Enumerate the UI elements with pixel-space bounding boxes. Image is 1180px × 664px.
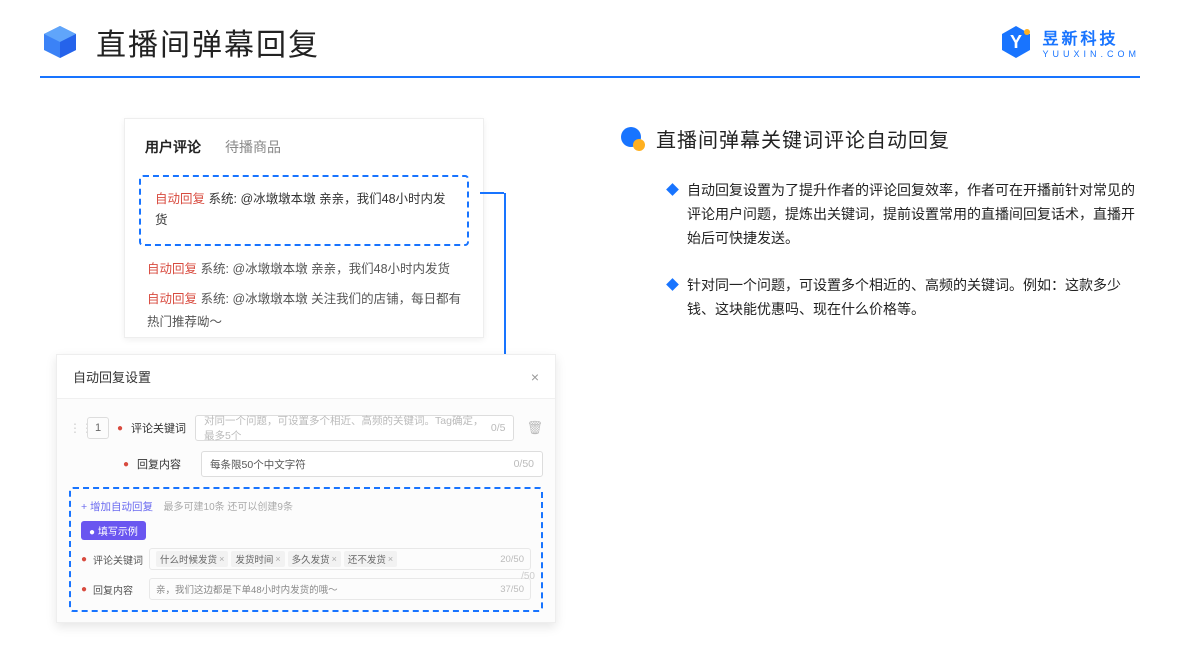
input-counter: 37/50 <box>500 584 524 595</box>
card-tabs: 用户评论 待播商品 <box>125 119 483 169</box>
reply-label: 回复内容 <box>137 456 193 472</box>
cube-icon <box>40 22 80 62</box>
reply-row: ● 回复内容 每条限50个中文字符 0/50 <box>123 451 543 477</box>
system-prefix: 系统: <box>209 192 237 206</box>
keyword-input[interactable]: 对同一个问题，可设置多个相近、高频的关键词。Tag确定，最多5个 0/5 <box>195 415 514 441</box>
highlighted-comment: 自动回复 系统: @冰墩墩本墩 亲亲，我们48小时内发货 <box>139 175 469 246</box>
auto-reply-tag: 自动回复 <box>147 292 197 306</box>
required-icon: ● <box>123 459 129 470</box>
example-reply-text: 亲，我们这边都是下单48小时内发货的哦～ <box>156 582 338 596</box>
keyword-row: ⋮⋮ 1 ● 评论关键词 对同一个问题，可设置多个相近、高频的关键词。Tag确定… <box>69 415 543 441</box>
required-icon: ● <box>117 423 123 434</box>
section-heading: 直播间弹幕关键词评论自动回复 <box>620 124 1140 153</box>
example-badge: ● 填写示例 <box>81 521 146 540</box>
keyword-label: 评论关键词 <box>131 420 187 436</box>
tab-products[interactable]: 待播商品 <box>225 137 281 157</box>
input-counter: 20/50 <box>500 554 524 565</box>
settings-title: 自动回复设置 <box>73 367 151 386</box>
svg-text:Y: Y <box>1010 32 1022 52</box>
diamond-icon <box>666 279 679 292</box>
main-content: 用户评论 待播商品 自动回复 系统: @冰墩墩本墩 亲亲，我们48小时内发货 自… <box>0 78 1180 623</box>
bullet-item: 针对同一个问题，可设置多个相近的、高频的关键词。例如：这款多少钱、这块能优惠吗、… <box>620 274 1140 322</box>
bullet-text: 针对同一个问题，可设置多个相近的、高频的关键词。例如：这款多少钱、这块能优惠吗、… <box>687 274 1140 322</box>
tag-remove-icon[interactable]: × <box>219 554 224 564</box>
tag-remove-icon[interactable]: × <box>275 554 280 564</box>
input-value: 每条限50个中文字符 <box>210 457 306 472</box>
example-block: + 增加自动回复 最多可建10条 还可以创建9条 ● 填写示例 ● 评论关键词 … <box>69 487 543 612</box>
comment-row: 自动回复 系统: @冰墩墩本墩 亲亲，我们48小时内发货 <box>125 254 483 285</box>
example-reply-label: 回复内容 <box>93 582 143 597</box>
add-auto-reply-link[interactable]: + 增加自动回复 <box>81 501 153 513</box>
bullet-item: 自动回复设置为了提升作者的评论回复效率，作者可在开播前针对常见的评论用户问题，提… <box>620 179 1140 250</box>
keyword-tag[interactable]: 还不发货× <box>344 551 397 567</box>
system-prefix: 系统: <box>201 262 229 276</box>
auto-reply-tag: 自动回复 <box>147 262 197 276</box>
example-reply-row: ● 回复内容 亲，我们这边都是下单48小时内发货的哦～ 37/50 <box>81 578 531 600</box>
keyword-tag[interactable]: 发货时间× <box>231 551 284 567</box>
add-hint: 最多可建10条 还可以创建9条 <box>164 502 293 513</box>
keyword-tag[interactable]: 什么时候发货× <box>156 551 228 567</box>
brand-name: 昱新科技 <box>1042 25 1140 49</box>
trash-icon[interactable]: 🗑 <box>526 420 543 436</box>
comment-row: 自动回复 系统: @冰墩墩本墩 关注我们的店铺，每日都有热门推荐呦～ <box>125 284 483 337</box>
drag-handle-icon[interactable]: ⋮⋮ <box>69 421 79 435</box>
diamond-icon <box>666 183 679 196</box>
connector-line <box>480 192 504 194</box>
order-number: 1 <box>87 417 109 439</box>
auto-reply-settings-card: 自动回复设置 × ⋮⋮ 1 ● 评论关键词 对同一个问题，可设置多个相近、高频的… <box>56 354 556 623</box>
comment-text: @冰墩墩本墩 亲亲，我们48小时内发货 <box>232 262 450 276</box>
bullet-text: 自动回复设置为了提升作者的评论回复效率，作者可在开播前针对常见的评论用户问题，提… <box>687 179 1140 250</box>
required-icon: ● <box>81 584 87 595</box>
page-header: 直播间弹幕回复 Y 昱新科技 YUUXIN.COM <box>0 0 1180 64</box>
tag-remove-icon[interactable]: × <box>388 554 393 564</box>
required-icon: ● <box>81 554 87 565</box>
brand-url: YUUXIN.COM <box>1042 49 1140 59</box>
tab-user-comments[interactable]: 用户评论 <box>145 137 201 157</box>
keyword-tag[interactable]: 多久发货× <box>288 551 341 567</box>
right-column: 直播间弹幕关键词评论自动回复 自动回复设置为了提升作者的评论回复效率，作者可在开… <box>620 118 1140 623</box>
page-title: 直播间弹幕回复 <box>96 20 998 64</box>
settings-header: 自动回复设置 × <box>57 355 555 399</box>
example-keyword-input[interactable]: 什么时候发货×发货时间×多久发货×还不发货× 20/50 <box>149 548 531 570</box>
brand-logo: Y 昱新科技 YUUXIN.COM <box>998 24 1140 60</box>
auto-reply-tag: 自动回复 <box>155 192 205 206</box>
chat-bubble-icon <box>620 126 646 152</box>
reply-input[interactable]: 每条限50个中文字符 0/50 <box>201 451 543 477</box>
ghost-counter: /50 <box>521 571 535 582</box>
comments-card: 用户评论 待播商品 自动回复 系统: @冰墩墩本墩 亲亲，我们48小时内发货 自… <box>124 118 484 338</box>
input-counter: 0/50 <box>514 458 534 470</box>
tag-list: 什么时候发货×发货时间×多久发货×还不发货× <box>156 551 400 567</box>
system-prefix: 系统: <box>201 292 229 306</box>
brand-hex-icon: Y <box>998 24 1034 60</box>
example-keyword-label: 评论关键词 <box>93 552 143 567</box>
input-placeholder: 对同一个问题，可设置多个相近、高频的关键词。Tag确定，最多5个 <box>204 413 491 443</box>
example-reply-input[interactable]: 亲，我们这边都是下单48小时内发货的哦～ 37/50 <box>149 578 531 600</box>
close-icon[interactable]: × <box>531 369 539 385</box>
input-counter: 0/5 <box>491 422 506 434</box>
left-column: 用户评论 待播商品 自动回复 系统: @冰墩墩本墩 亲亲，我们48小时内发货 自… <box>60 118 560 623</box>
example-keyword-row: ● 评论关键词 什么时候发货×发货时间×多久发货×还不发货× 20/50 <box>81 548 531 570</box>
settings-body: ⋮⋮ 1 ● 评论关键词 对同一个问题，可设置多个相近、高频的关键词。Tag确定… <box>57 399 555 622</box>
section-title: 直播间弹幕关键词评论自动回复 <box>656 124 950 153</box>
tag-remove-icon[interactable]: × <box>332 554 337 564</box>
